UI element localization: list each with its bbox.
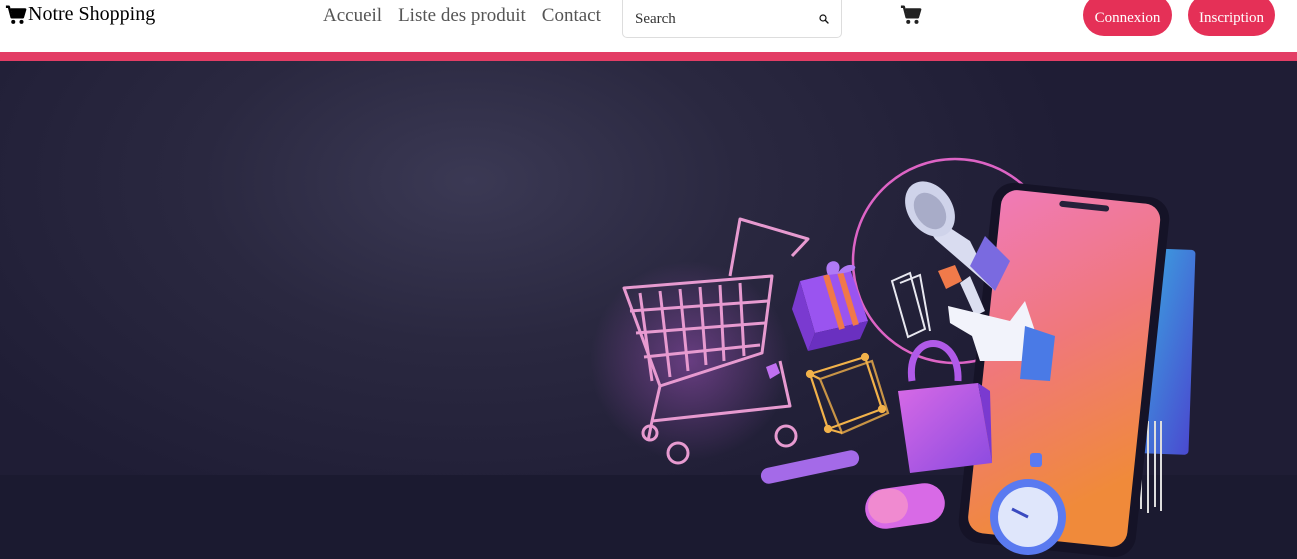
brand-name: Notre Shopping — [28, 3, 156, 25]
nav-link-accueil[interactable]: Accueil — [323, 4, 382, 28]
gift-box-graphic — [792, 261, 868, 351]
hero-illustration — [590, 157, 1196, 558]
brand-link[interactable]: Notre Shopping — [5, 3, 155, 26]
navbar: Notre Shopping Accueil Liste des produit… — [0, 0, 1297, 52]
nav-link-contact[interactable]: Contact — [542, 4, 601, 28]
phone-graphic — [958, 182, 1170, 558]
shopping-cart-graphic — [590, 217, 810, 465]
hero-banner — [0, 61, 1297, 559]
register-button[interactable]: Inscription — [1188, 0, 1275, 36]
search-icon[interactable] — [819, 10, 829, 28]
nav-links: Accueil Liste des produit Contact — [323, 4, 601, 28]
prism-graphic — [890, 271, 931, 339]
accent-bar — [0, 52, 1297, 61]
wireframe-cube-graphic — [805, 352, 890, 435]
search-input[interactable] — [635, 10, 819, 28]
cart-icon[interactable] — [900, 4, 922, 26]
toggle-graphic — [865, 483, 945, 529]
cart-icon — [5, 5, 27, 24]
nav-link-products[interactable]: Liste des produit — [398, 4, 526, 28]
search-box — [622, 0, 842, 38]
login-button[interactable]: Connexion — [1083, 0, 1172, 36]
